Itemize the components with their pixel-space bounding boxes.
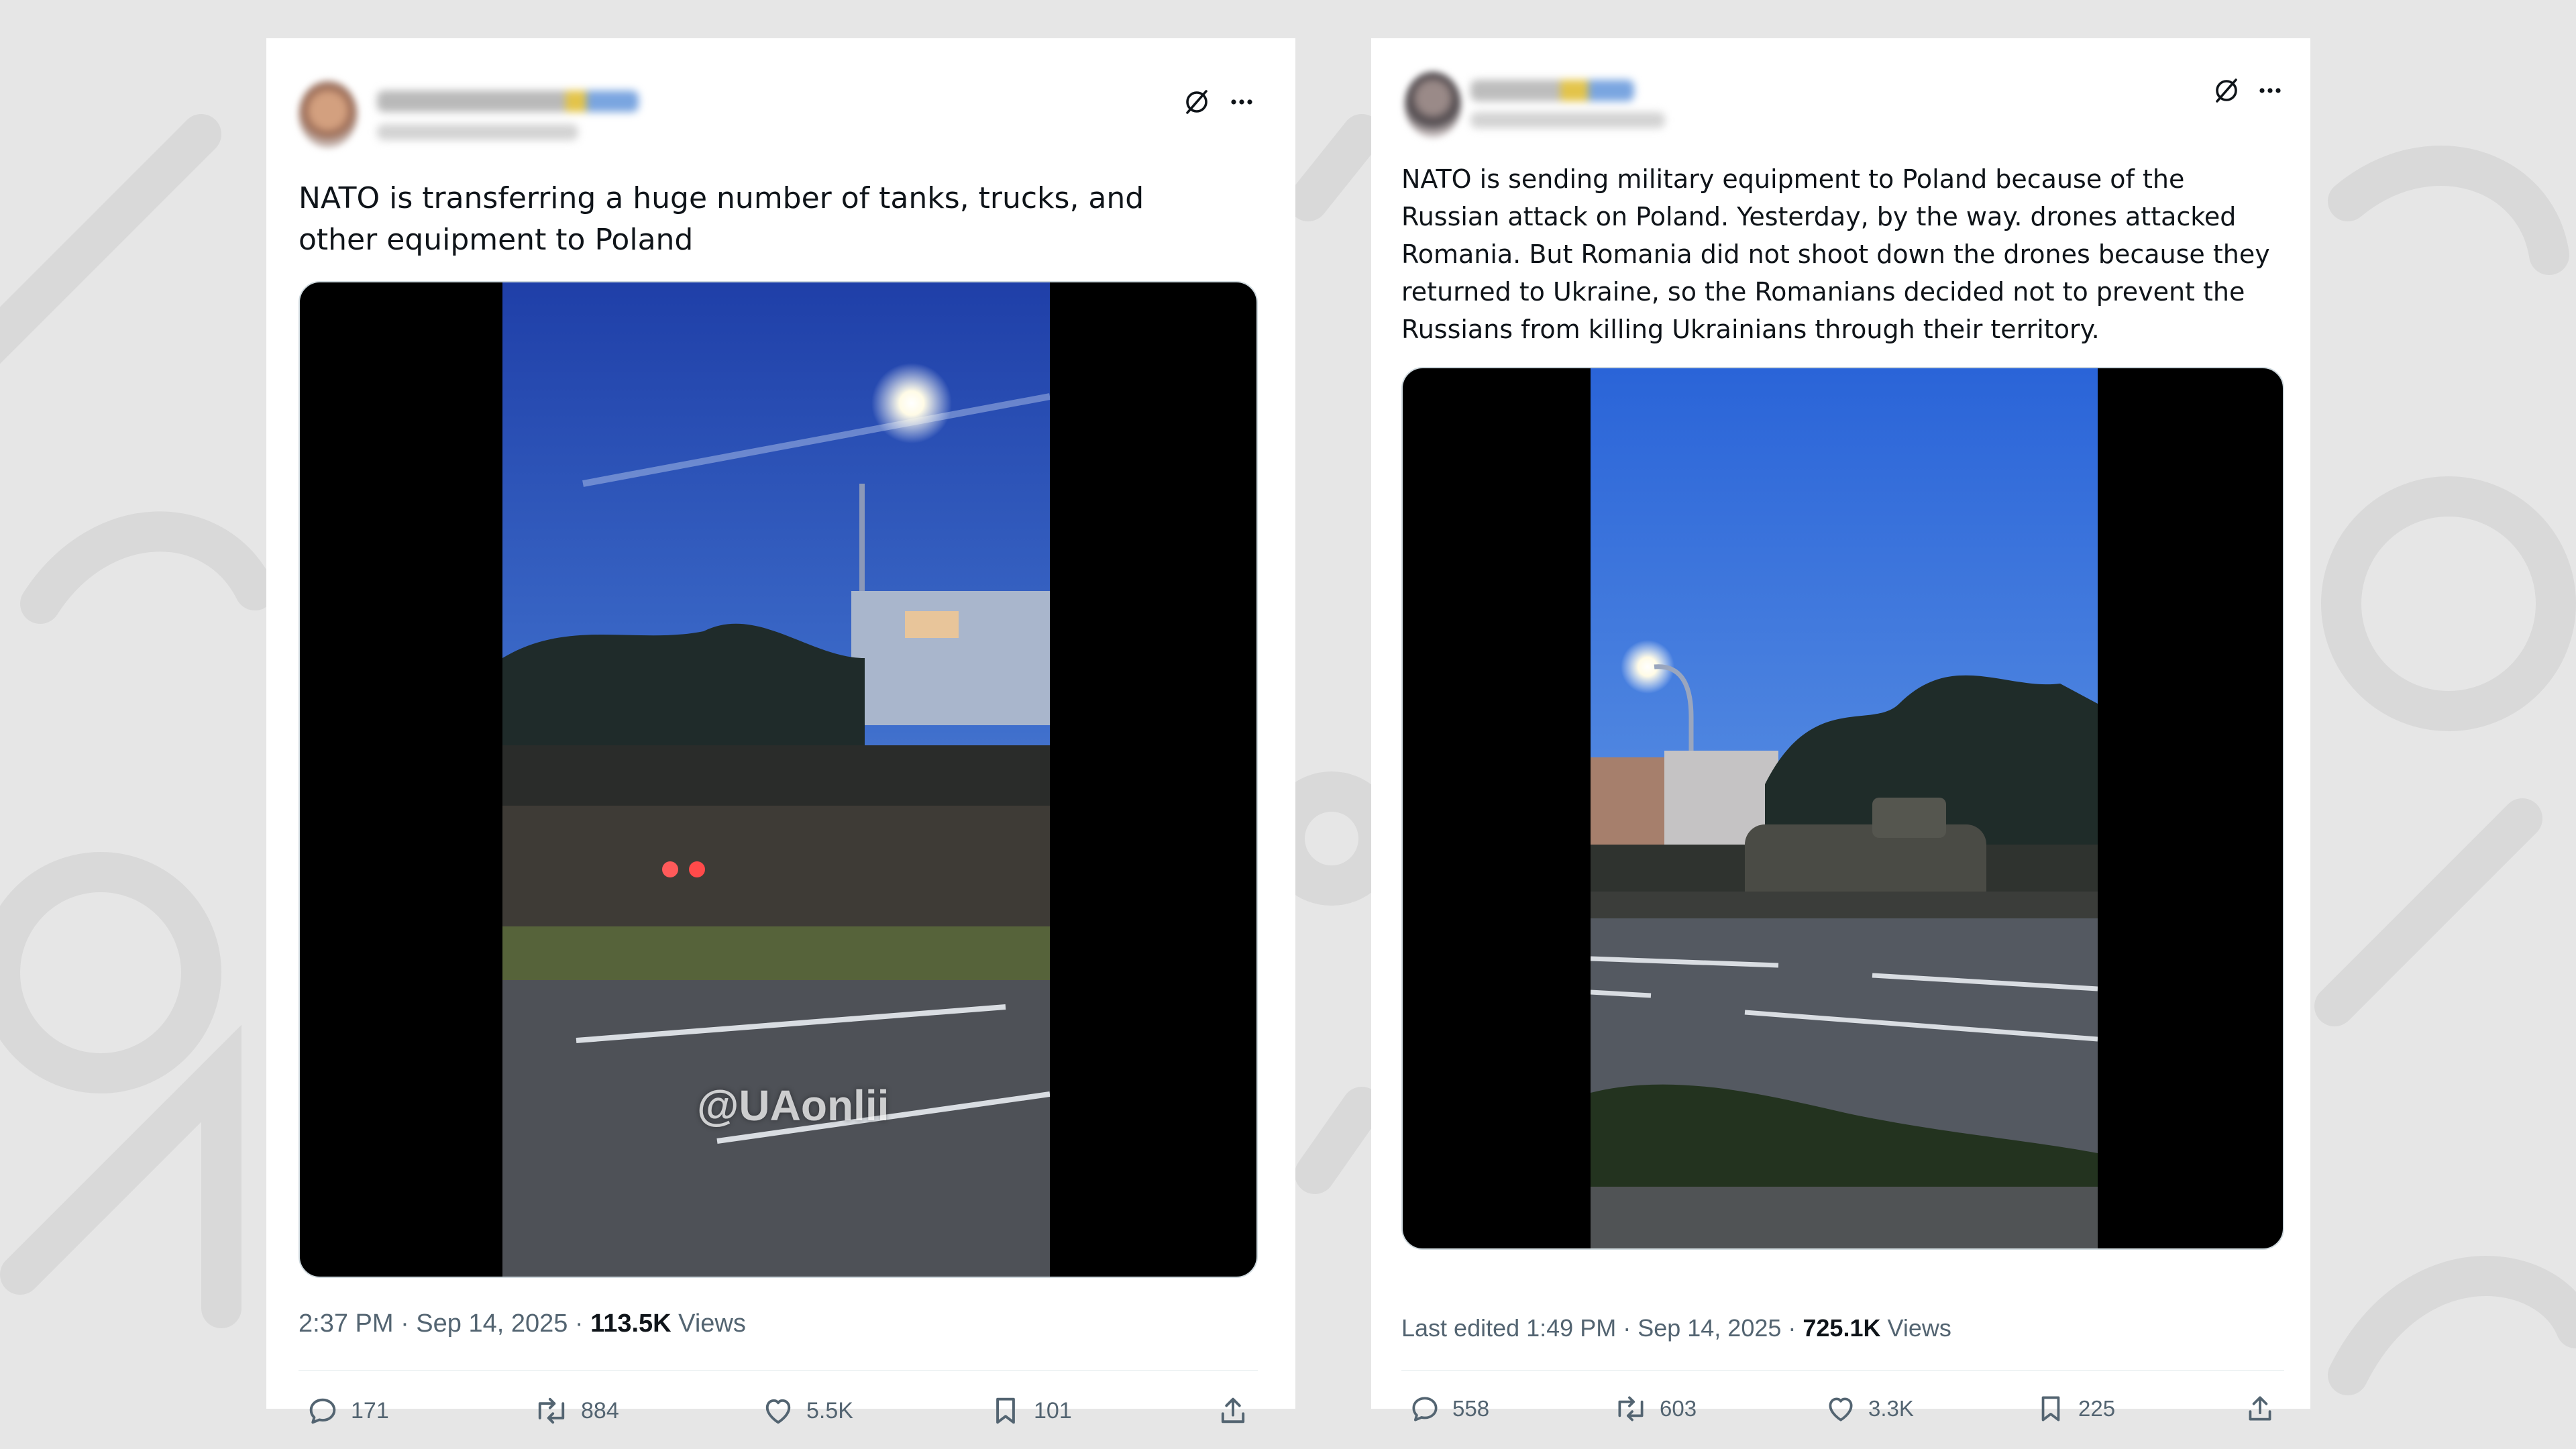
post-meta: 2:37 PM · Sep 14, 2025 · 113.5K Views	[299, 1309, 746, 1338]
post-card: NATO is sending military equipment to Po…	[1371, 38, 2310, 1421]
video-frame[interactable]	[1591, 368, 2098, 1248]
views-label: Views	[1880, 1314, 1951, 1342]
repost-button[interactable]: 884	[533, 1393, 619, 1428]
reply-button[interactable]: 558	[1408, 1392, 1489, 1426]
post-card: NATO is transferring a huge number of ta…	[266, 38, 1295, 1424]
share-icon	[1221, 1397, 1245, 1424]
username[interactable]	[377, 124, 578, 140]
display-name[interactable]	[377, 91, 639, 112]
repost-button[interactable]: 603	[1613, 1392, 1697, 1426]
divider	[1401, 1370, 2284, 1371]
avatar[interactable]	[1405, 72, 1461, 138]
bookmark-count: 101	[1034, 1397, 1072, 1424]
username[interactable]	[1470, 112, 1665, 128]
video-media[interactable]	[1401, 367, 2284, 1250]
repost-count: 884	[581, 1397, 619, 1424]
repost-icon	[538, 1397, 565, 1424]
bookmark-count: 225	[2078, 1396, 2116, 1421]
views-count: 113.5K	[590, 1309, 672, 1338]
reply-icon	[309, 1398, 336, 1424]
video-media[interactable]: @UAonlii	[299, 281, 1258, 1278]
repost-icon	[1618, 1396, 1644, 1421]
share-button[interactable]	[2243, 1392, 2277, 1426]
like-button[interactable]: 3.3K	[1824, 1392, 1914, 1426]
post-text: NATO is transferring a huge number of ta…	[299, 181, 1144, 257]
bookmark-icon	[2041, 1396, 2060, 1421]
video-frame[interactable]: @UAonlii	[502, 282, 1050, 1277]
reply-button[interactable]: 171	[305, 1393, 389, 1428]
like-icon	[1829, 1397, 1853, 1421]
like-button[interactable]: 5.5K	[761, 1393, 853, 1428]
reply-count: 558	[1452, 1396, 1490, 1421]
views-label: Views	[671, 1309, 746, 1338]
post-timestamp[interactable]: 2:37 PM · Sep 14, 2025 ·	[299, 1309, 590, 1338]
grok-icon[interactable]	[1182, 87, 1212, 117]
bookmark-icon	[996, 1397, 1015, 1424]
views-count: 725.1K	[1803, 1314, 1881, 1342]
more-icon[interactable]	[2255, 76, 2285, 105]
more-icon[interactable]	[1227, 87, 1256, 117]
like-count: 5.5K	[806, 1397, 853, 1424]
avatar[interactable]	[299, 80, 358, 148]
share-button[interactable]	[1216, 1393, 1250, 1428]
display-name[interactable]	[1470, 80, 1634, 101]
reply-icon	[1412, 1397, 1438, 1421]
repost-count: 603	[1660, 1396, 1697, 1421]
grok-icon[interactable]	[2212, 76, 2241, 105]
reply-count: 171	[351, 1397, 389, 1424]
post-text: NATO is sending military equipment to Po…	[1401, 164, 2270, 344]
divider	[299, 1370, 1258, 1371]
video-scene	[1591, 368, 2098, 1248]
post-meta: Last edited 1:49 PM · Sep 14, 2025 · 725…	[1401, 1314, 1951, 1342]
like-count: 3.3K	[1868, 1396, 1914, 1421]
share-icon	[2249, 1396, 2271, 1421]
bookmark-button[interactable]: 225	[2034, 1392, 2115, 1426]
video-watermark-handle: @UAonlii	[697, 1081, 890, 1130]
like-icon	[765, 1399, 791, 1424]
post-timestamp[interactable]: Last edited 1:49 PM · Sep 14, 2025 ·	[1401, 1314, 1803, 1342]
bookmark-button[interactable]: 101	[988, 1393, 1072, 1428]
